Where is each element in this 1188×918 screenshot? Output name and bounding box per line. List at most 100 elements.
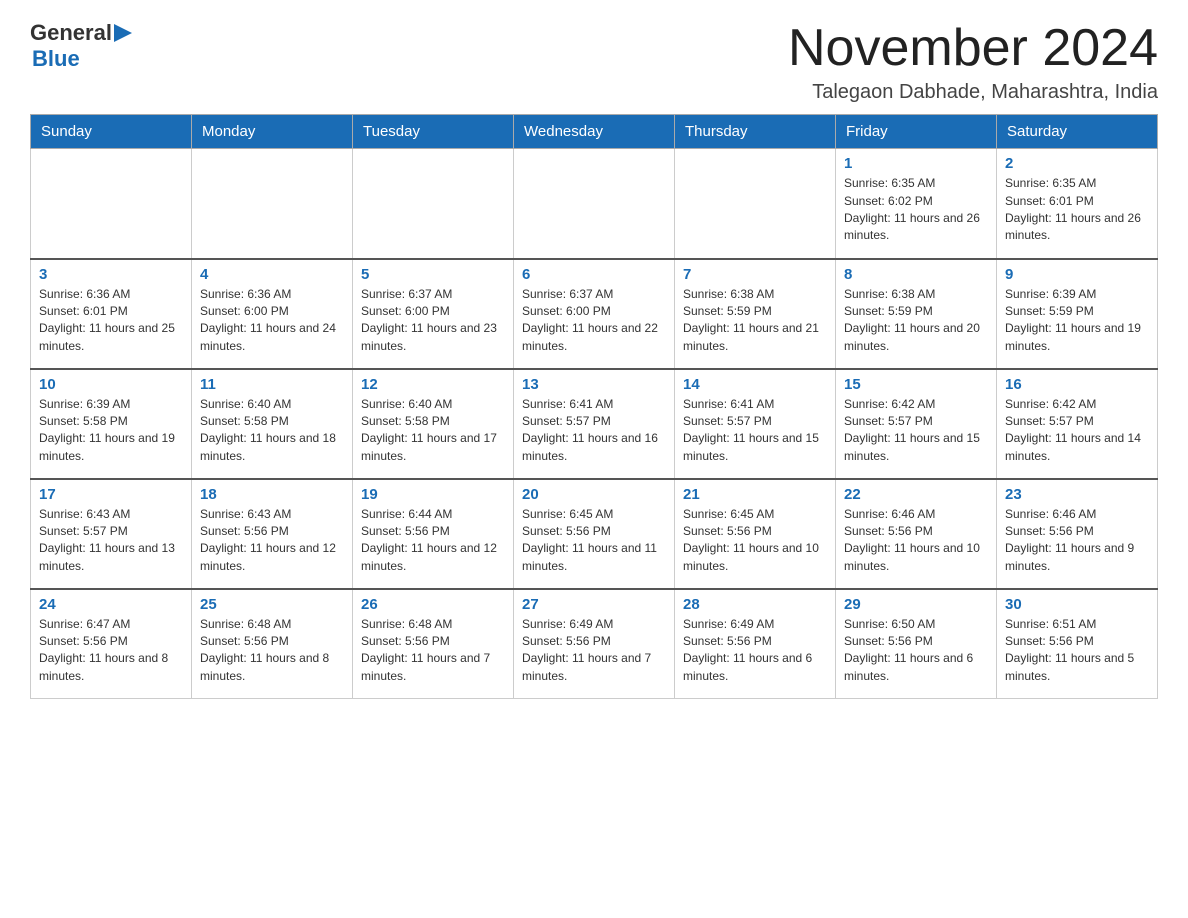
month-title: November 2024	[788, 20, 1158, 77]
calendar-cell: 2 Sunrise: 6:35 AMSunset: 6:01 PMDaylight…	[997, 149, 1158, 259]
day-info: Sunrise: 6:40 AMSunset: 5:58 PMDaylight:…	[361, 396, 505, 466]
calendar-cell: 5 Sunrise: 6:37 AMSunset: 6:00 PMDaylight…	[353, 259, 514, 369]
calendar-cell: 30 Sunrise: 6:51 AMSunset: 5:56 PMDayligh…	[997, 589, 1158, 699]
calendar-cell: 4 Sunrise: 6:36 AMSunset: 6:00 PMDaylight…	[192, 259, 353, 369]
calendar-cell: 23 Sunrise: 6:46 AMSunset: 5:56 PMDayligh…	[997, 479, 1158, 589]
day-info: Sunrise: 6:43 AMSunset: 5:56 PMDaylight:…	[200, 506, 344, 576]
day-number: 14	[683, 376, 827, 393]
day-number: 25	[200, 596, 344, 613]
day-number: 3	[39, 266, 183, 283]
day-number: 4	[200, 266, 344, 283]
title-area: November 2024 Talegaon Dabhade, Maharash…	[788, 20, 1158, 104]
calendar-cell	[675, 149, 836, 259]
day-info: Sunrise: 6:44 AMSunset: 5:56 PMDaylight:…	[361, 506, 505, 576]
calendar-week-row: 1 Sunrise: 6:35 AMSunset: 6:02 PMDaylight…	[31, 149, 1158, 259]
day-number: 19	[361, 486, 505, 503]
calendar-cell: 6 Sunrise: 6:37 AMSunset: 6:00 PMDaylight…	[514, 259, 675, 369]
calendar-cell: 13Sunrise: 6:41 AMSunset: 5:57 PMDayligh…	[514, 369, 675, 479]
day-number: 16	[1005, 376, 1149, 393]
day-number: 9	[1005, 266, 1149, 283]
calendar-cell: 17 Sunrise: 6:43 AMSunset: 5:57 PMDayligh…	[31, 479, 192, 589]
day-number: 20	[522, 486, 666, 503]
day-info: Sunrise: 6:37 AMSunset: 6:00 PMDaylight:…	[361, 286, 505, 356]
day-info: Sunrise: 6:49 AMSunset: 5:56 PMDaylight:…	[522, 616, 666, 686]
day-info: Sunrise: 6:48 AMSunset: 5:56 PMDaylight:…	[200, 616, 344, 686]
day-info: Sunrise: 6:39 AMSunset: 5:58 PMDaylight:…	[39, 396, 183, 466]
day-of-week-header: Friday	[836, 115, 997, 149]
day-info: Sunrise: 6:35 AMSunset: 6:02 PMDaylight:…	[844, 175, 988, 245]
calendar-cell: 20 Sunrise: 6:45 AMSunset: 5:56 PMDayligh…	[514, 479, 675, 589]
day-of-week-header: Monday	[192, 115, 353, 149]
day-info: Sunrise: 6:39 AMSunset: 5:59 PMDaylight:…	[1005, 286, 1149, 356]
day-info: Sunrise: 6:46 AMSunset: 5:56 PMDaylight:…	[844, 506, 988, 576]
day-info: Sunrise: 6:36 AMSunset: 6:01 PMDaylight:…	[39, 286, 183, 356]
day-info: Sunrise: 6:36 AMSunset: 6:00 PMDaylight:…	[200, 286, 344, 356]
calendar-cell: 28 Sunrise: 6:49 AMSunset: 5:56 PMDayligh…	[675, 589, 836, 699]
day-of-week-header: Tuesday	[353, 115, 514, 149]
day-number: 21	[683, 486, 827, 503]
day-of-week-header: Thursday	[675, 115, 836, 149]
day-number: 7	[683, 266, 827, 283]
day-info: Sunrise: 6:43 AMSunset: 5:57 PMDaylight:…	[39, 506, 183, 576]
day-info: Sunrise: 6:47 AMSunset: 5:56 PMDaylight:…	[39, 616, 183, 686]
logo-blue-text: Blue	[32, 46, 80, 71]
day-number: 18	[200, 486, 344, 503]
calendar-cell: 27Sunrise: 6:49 AMSunset: 5:56 PMDayligh…	[514, 589, 675, 699]
calendar-cell: 26Sunrise: 6:48 AMSunset: 5:56 PMDayligh…	[353, 589, 514, 699]
day-number: 8	[844, 266, 988, 283]
calendar-week-row: 10 Sunrise: 6:39 AMSunset: 5:58 PMDayligh…	[31, 369, 1158, 479]
header-row: SundayMondayTuesdayWednesdayThursdayFrid…	[31, 115, 1158, 149]
logo-general-text: General	[30, 20, 112, 46]
day-info: Sunrise: 6:42 AMSunset: 5:57 PMDaylight:…	[844, 396, 988, 466]
calendar-cell: 24Sunrise: 6:47 AMSunset: 5:56 PMDayligh…	[31, 589, 192, 699]
day-info: Sunrise: 6:45 AMSunset: 5:56 PMDaylight:…	[683, 506, 827, 576]
calendar-cell: 12 Sunrise: 6:40 AMSunset: 5:58 PMDayligh…	[353, 369, 514, 479]
calendar-cell: 14 Sunrise: 6:41 AMSunset: 5:57 PMDayligh…	[675, 369, 836, 479]
day-number: 28	[683, 596, 827, 613]
day-number: 6	[522, 266, 666, 283]
calendar-week-row: 24Sunrise: 6:47 AMSunset: 5:56 PMDayligh…	[31, 589, 1158, 699]
day-number: 30	[1005, 596, 1149, 613]
day-of-week-header: Saturday	[997, 115, 1158, 149]
day-number: 22	[844, 486, 988, 503]
day-info: Sunrise: 6:51 AMSunset: 5:56 PMDaylight:…	[1005, 616, 1149, 686]
day-number: 23	[1005, 486, 1149, 503]
calendar-cell: 9 Sunrise: 6:39 AMSunset: 5:59 PMDaylight…	[997, 259, 1158, 369]
day-number: 10	[39, 376, 183, 393]
logo-arrow-icon	[114, 24, 132, 42]
calendar-cell: 21 Sunrise: 6:45 AMSunset: 5:56 PMDayligh…	[675, 479, 836, 589]
calendar-cell	[192, 149, 353, 259]
day-info: Sunrise: 6:38 AMSunset: 5:59 PMDaylight:…	[844, 286, 988, 356]
day-number: 11	[200, 376, 344, 393]
day-info: Sunrise: 6:35 AMSunset: 6:01 PMDaylight:…	[1005, 175, 1149, 245]
day-info: Sunrise: 6:37 AMSunset: 6:00 PMDaylight:…	[522, 286, 666, 356]
day-info: Sunrise: 6:46 AMSunset: 5:56 PMDaylight:…	[1005, 506, 1149, 576]
calendar-cell: 3 Sunrise: 6:36 AMSunset: 6:01 PMDaylight…	[31, 259, 192, 369]
calendar-cell	[514, 149, 675, 259]
day-number: 5	[361, 266, 505, 283]
day-info: Sunrise: 6:45 AMSunset: 5:56 PMDaylight:…	[522, 506, 666, 576]
calendar-cell: 11 Sunrise: 6:40 AMSunset: 5:58 PMDayligh…	[192, 369, 353, 479]
calendar-cell: 16Sunrise: 6:42 AMSunset: 5:57 PMDayligh…	[997, 369, 1158, 479]
day-info: Sunrise: 6:40 AMSunset: 5:58 PMDaylight:…	[200, 396, 344, 466]
day-of-week-header: Wednesday	[514, 115, 675, 149]
calendar-table: SundayMondayTuesdayWednesdayThursdayFrid…	[30, 114, 1158, 699]
calendar-week-row: 17 Sunrise: 6:43 AMSunset: 5:57 PMDayligh…	[31, 479, 1158, 589]
day-number: 2	[1005, 155, 1149, 172]
calendar-cell: 10 Sunrise: 6:39 AMSunset: 5:58 PMDayligh…	[31, 369, 192, 479]
day-info: Sunrise: 6:38 AMSunset: 5:59 PMDaylight:…	[683, 286, 827, 356]
day-number: 12	[361, 376, 505, 393]
header: General Blue November 2024 Talegaon Dabh…	[30, 20, 1158, 104]
day-number: 17	[39, 486, 183, 503]
calendar-cell	[353, 149, 514, 259]
day-number: 29	[844, 596, 988, 613]
calendar-cell: 18 Sunrise: 6:43 AMSunset: 5:56 PMDayligh…	[192, 479, 353, 589]
calendar-week-row: 3 Sunrise: 6:36 AMSunset: 6:01 PMDaylight…	[31, 259, 1158, 369]
day-info: Sunrise: 6:41 AMSunset: 5:57 PMDaylight:…	[683, 396, 827, 466]
calendar-cell: 29Sunrise: 6:50 AMSunset: 5:56 PMDayligh…	[836, 589, 997, 699]
day-info: Sunrise: 6:48 AMSunset: 5:56 PMDaylight:…	[361, 616, 505, 686]
day-number: 1	[844, 155, 988, 172]
day-info: Sunrise: 6:49 AMSunset: 5:56 PMDaylight:…	[683, 616, 827, 686]
day-of-week-header: Sunday	[31, 115, 192, 149]
calendar-cell	[31, 149, 192, 259]
